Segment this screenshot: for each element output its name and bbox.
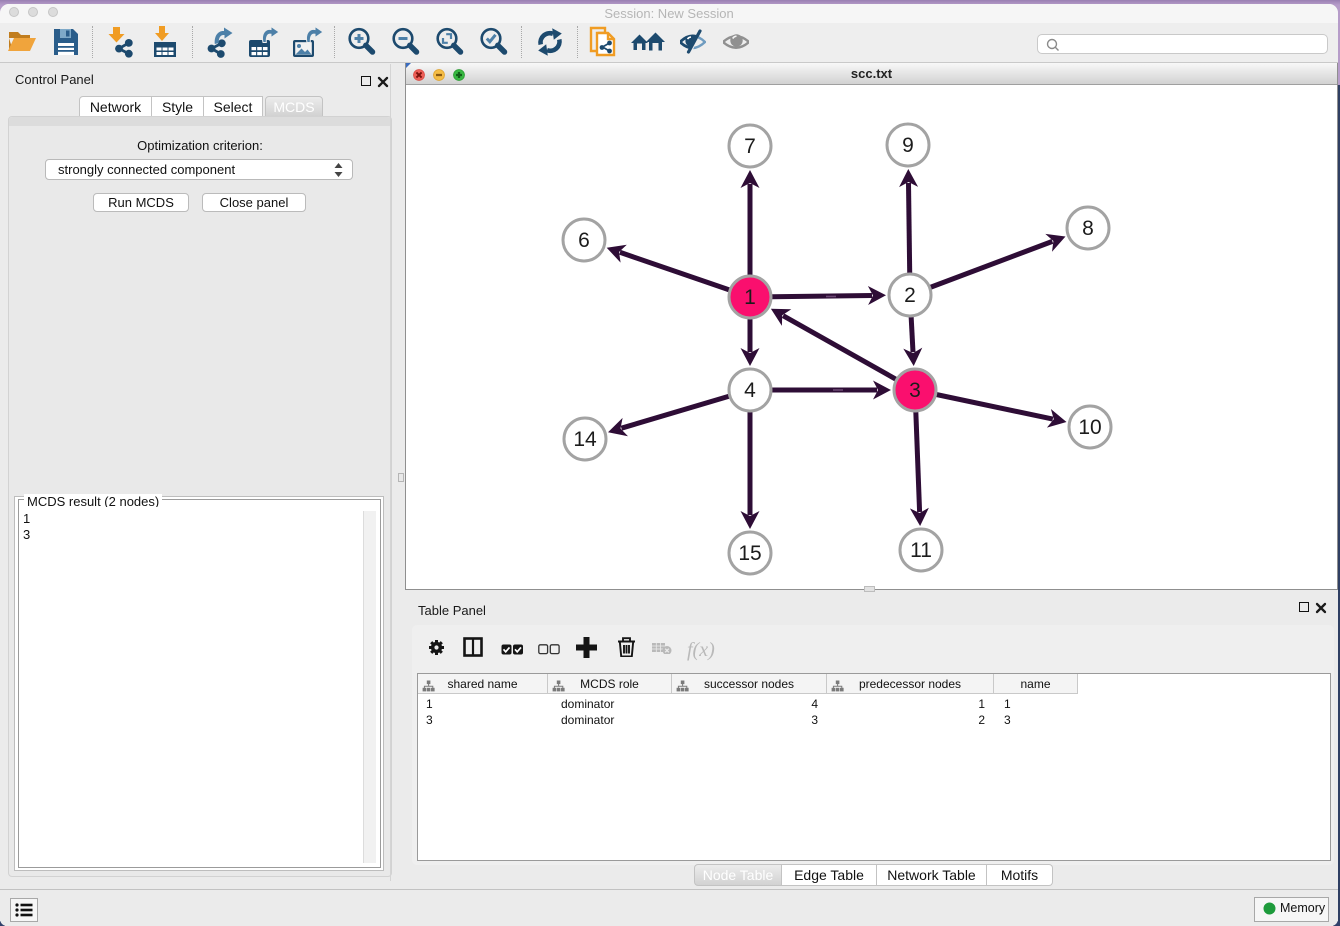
svg-text:14: 14 [573, 428, 597, 451]
svg-text:7: 7 [744, 135, 756, 158]
svg-text:3: 3 [909, 379, 921, 402]
svg-text:2: 2 [904, 284, 916, 307]
svg-text:15: 15 [738, 542, 761, 565]
svg-text:11: 11 [910, 539, 932, 562]
svg-text:10: 10 [1078, 416, 1101, 439]
svg-text:8: 8 [1082, 217, 1094, 240]
svg-text:4: 4 [744, 379, 756, 402]
svg-text:6: 6 [578, 229, 590, 252]
svg-text:1: 1 [744, 286, 756, 309]
svg-text:9: 9 [902, 134, 914, 157]
